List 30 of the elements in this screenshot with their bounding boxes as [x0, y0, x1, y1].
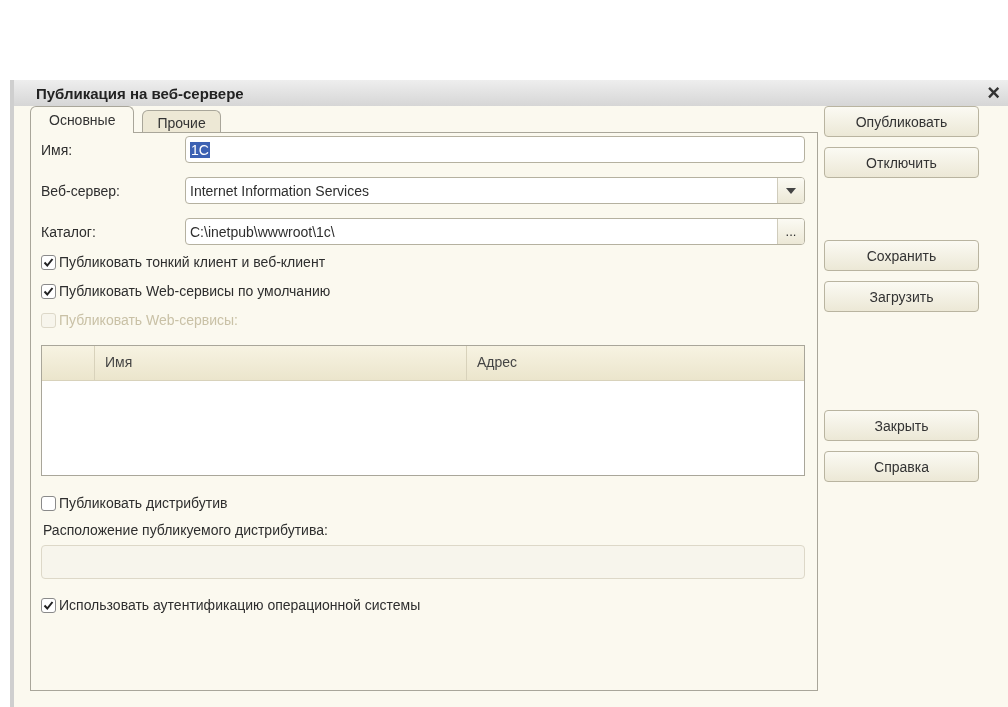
checkbox-label: Публиковать дистрибутив — [59, 495, 228, 511]
field-label: Имя: — [41, 141, 74, 158]
name-field[interactable]: 1C — [185, 136, 805, 163]
web-server-dropdown[interactable]: Internet Information Services — [185, 177, 805, 204]
close-button[interactable]: × — [987, 82, 1000, 104]
checkbox[interactable] — [41, 283, 56, 299]
column-header[interactable]: Имя — [94, 346, 466, 380]
dialog-button[interactable]: Загрузить — [824, 281, 979, 312]
checkbox[interactable] — [41, 495, 56, 511]
dialog-button[interactable]: Опубликовать — [824, 106, 979, 137]
window-title: Публикация на веб-сервере — [36, 84, 244, 102]
checkbox-label: Публиковать Web-сервисы: — [59, 312, 238, 328]
checkbox[interactable] — [41, 254, 56, 270]
dropdown-arrow-icon — [786, 187, 796, 194]
dialog-button[interactable]: Справка — [824, 451, 979, 482]
checkbox-label: Публиковать Web-сервисы по умолчанию — [59, 283, 331, 299]
column-header[interactable]: Адрес — [466, 346, 804, 380]
field-label: Расположение публикуемого дистрибутива: — [43, 522, 329, 538]
field-label: Веб-сервер: — [41, 182, 121, 199]
dialog-button[interactable]: Сохранить — [824, 240, 979, 271]
browse-button[interactable]: ... — [777, 219, 804, 244]
catalog-field[interactable]: C:\inetpub\wwwroot\1c\ ... — [185, 218, 805, 245]
tab[interactable]: Основные — [30, 106, 135, 133]
dialog-button[interactable]: Закрыть — [824, 410, 979, 441]
field-label: Каталог: — [41, 223, 97, 240]
checkbox-label: Использовать аутентификацию операционной системы — [59, 597, 421, 613]
tab[interactable]: Прочие — [142, 110, 221, 132]
dialog-button[interactable]: Отключить — [824, 147, 979, 178]
checkbox[interactable] — [41, 597, 56, 613]
checkbox-label: Публиковать тонкий клиент и веб-клиент — [59, 254, 326, 270]
